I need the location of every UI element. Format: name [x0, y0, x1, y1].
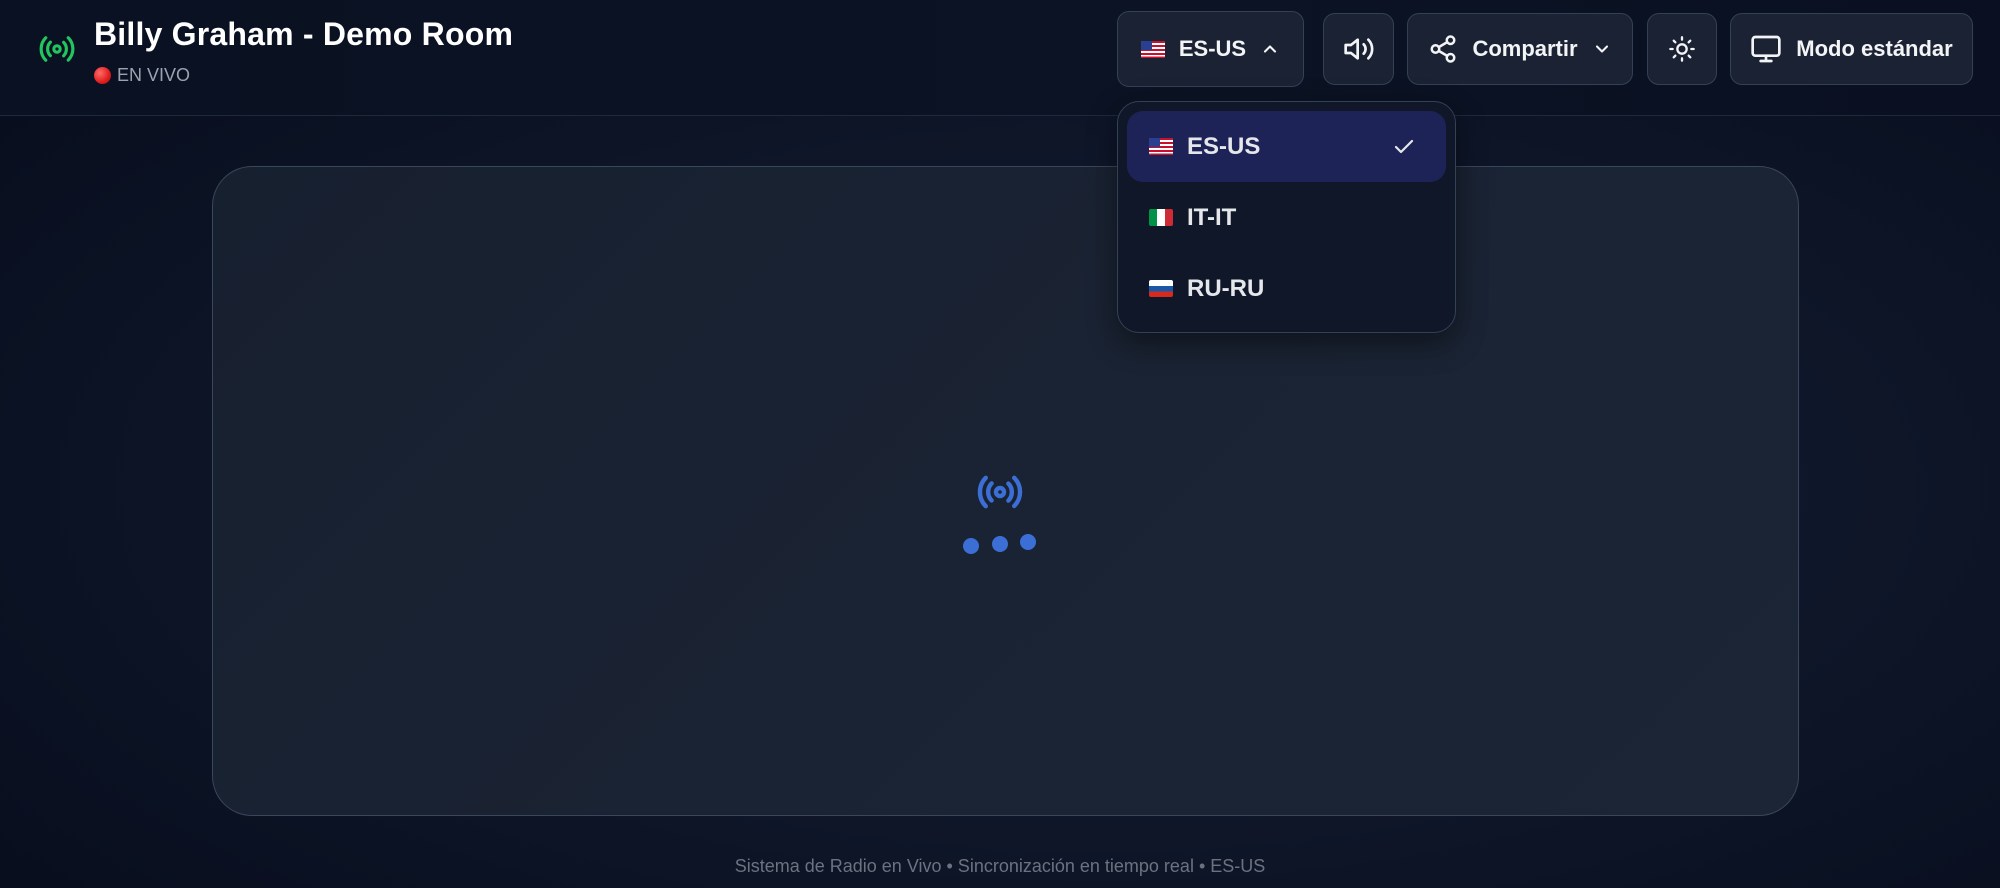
- language-option-it-it[interactable]: IT-IT: [1127, 182, 1446, 253]
- share-icon: [1430, 35, 1456, 63]
- share-button[interactable]: Compartir: [1407, 13, 1633, 85]
- live-label: EN VIVO: [117, 65, 191, 85]
- us-flag-icon: [1140, 40, 1165, 58]
- volume-icon: [1343, 38, 1373, 60]
- live-dot-icon: [94, 67, 111, 84]
- broadcast-loading-icon: [977, 475, 1023, 509]
- broadcast-icon: [39, 36, 75, 62]
- loading-dot: [1020, 534, 1036, 550]
- display-mode-button[interactable]: Modo estándar: [1730, 13, 1973, 85]
- language-option-label: RU-RU: [1187, 274, 1265, 302]
- top-bar: Billy Graham - Demo Room EN VIVO ES-US C…: [0, 0, 2000, 116]
- theme-toggle-button[interactable]: [1647, 13, 1717, 85]
- chevron-down-icon: [1595, 45, 1608, 53]
- loading-dots: [963, 534, 1037, 554]
- language-option-es-us[interactable]: ES-US: [1127, 111, 1446, 182]
- it-flag-icon: [1149, 209, 1173, 226]
- language-option-ru-ru[interactable]: RU-RU: [1127, 253, 1446, 324]
- footer-status-text: Sistema de Radio en Vivo • Sincronizació…: [734, 856, 1266, 876]
- language-option-label: ES-US: [1187, 132, 1261, 160]
- monitor-icon: [1751, 35, 1781, 63]
- page-title: Billy Graham - Demo Room: [94, 16, 514, 52]
- chevron-up-icon: [1264, 45, 1277, 53]
- checkmark-icon: [1394, 139, 1414, 154]
- language-dropdown-menu: ES-US IT-IT RU-RU: [1117, 101, 1456, 333]
- language-option-label: IT-IT: [1187, 203, 1237, 231]
- language-selector-button[interactable]: ES-US: [1117, 11, 1304, 87]
- loading-dot: [963, 538, 979, 554]
- loading-dot: [992, 536, 1008, 552]
- share-button-label: Compartir: [1472, 36, 1578, 61]
- live-indicator: EN VIVO: [94, 65, 190, 86]
- sun-icon: [1669, 36, 1695, 62]
- language-selector-label: ES-US: [1178, 36, 1247, 61]
- ru-flag-icon: [1149, 280, 1173, 297]
- us-flag-icon: [1149, 138, 1173, 155]
- volume-button[interactable]: [1323, 13, 1394, 85]
- display-mode-label: Modo estándar: [1796, 36, 1953, 61]
